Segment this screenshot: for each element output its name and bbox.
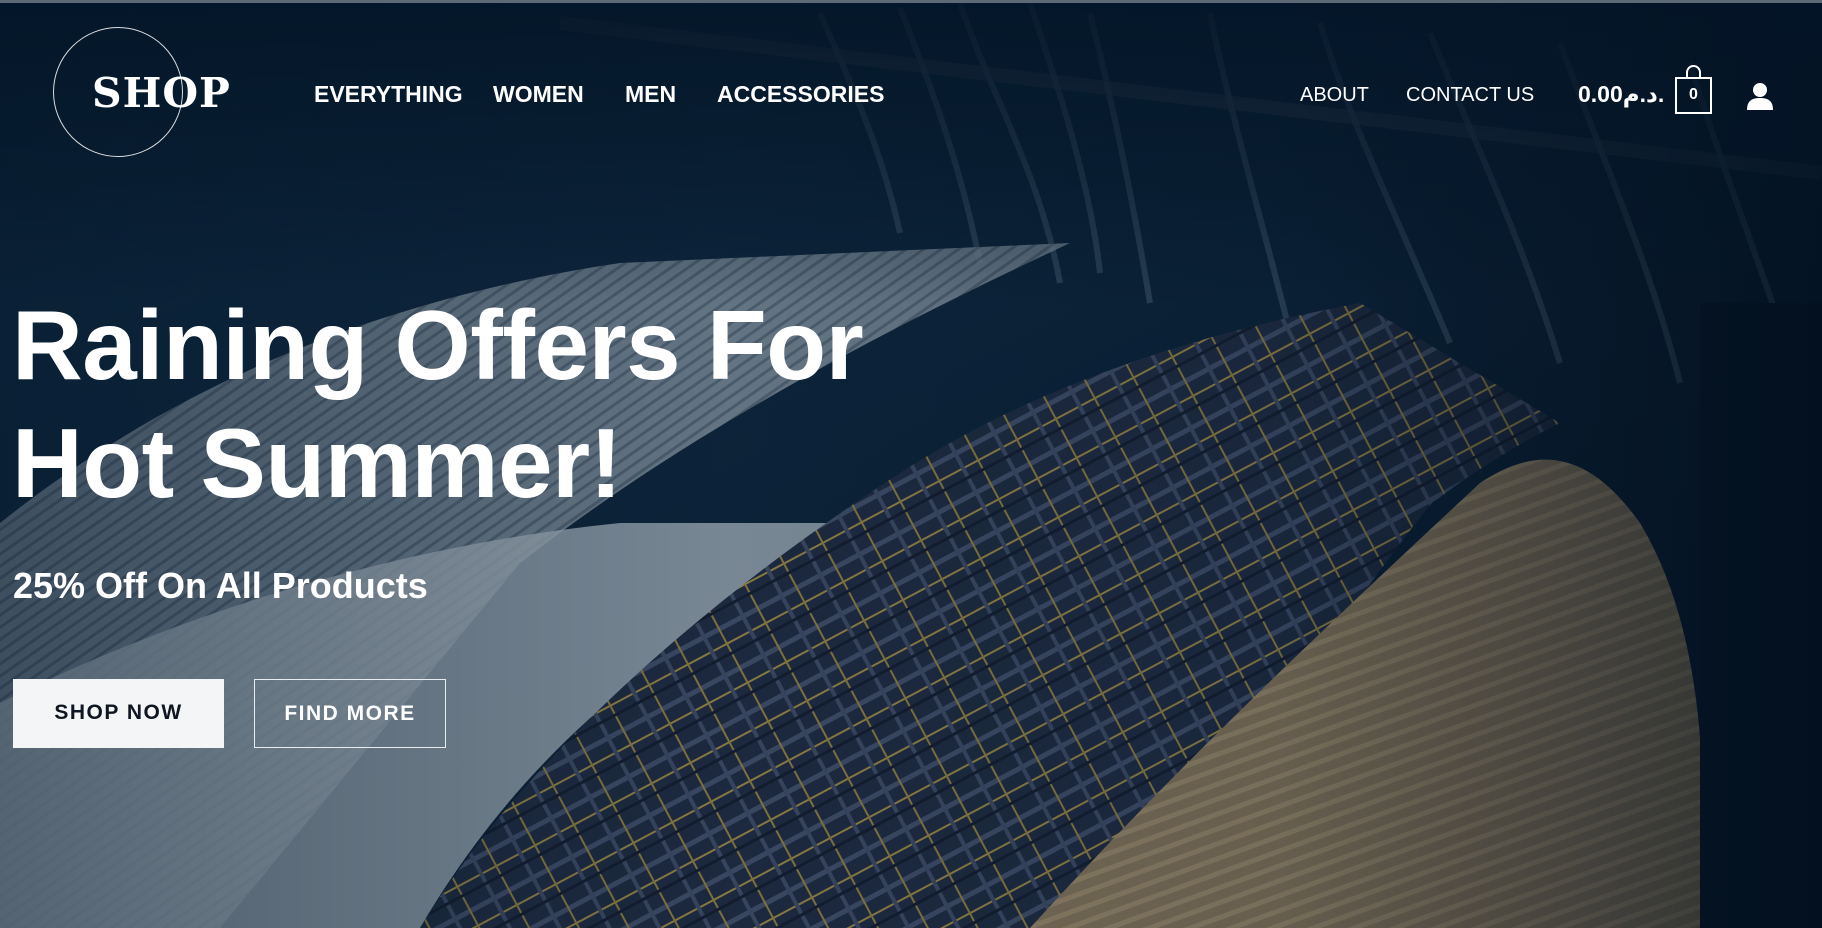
hero-headline-line2: Hot Summer! (12, 408, 622, 518)
site-header: SHOP EVERYTHING WOMEN MEN ACCESSORIES AB… (0, 3, 1822, 183)
nav-item-accessories[interactable]: ACCESSORIES (717, 81, 884, 108)
user-icon[interactable] (1745, 81, 1775, 111)
nav-item-men[interactable]: MEN (625, 81, 676, 108)
hero-headline-line1: Raining Offers For (12, 290, 864, 400)
hero-headline: Raining Offers For Hot Summer! (12, 286, 864, 522)
hero-subheadline: 25% Off On All Products (13, 565, 428, 606)
shop-now-button[interactable]: SHOP NOW (13, 679, 224, 748)
find-more-button[interactable]: FIND MORE (254, 679, 446, 748)
nav-item-everything[interactable]: EVERYTHING (314, 81, 463, 108)
cart-total[interactable]: 0.00د.م. (1578, 81, 1664, 108)
logo-text[interactable]: SHOP (92, 69, 231, 117)
cart-count[interactable]: 0 (1675, 77, 1712, 114)
nav-item-women[interactable]: WOMEN (493, 81, 584, 108)
nav-item-contact-us[interactable]: CONTACT US (1406, 84, 1534, 107)
nav-item-about[interactable]: ABOUT (1300, 84, 1369, 107)
shopping-bag-icon[interactable] (1686, 65, 1701, 77)
